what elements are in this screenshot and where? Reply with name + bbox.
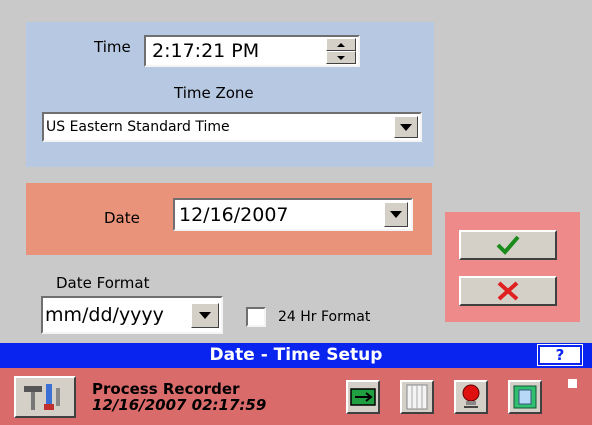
alarm-icon	[462, 384, 480, 408]
x-icon	[497, 281, 519, 301]
status-datetime: 12/16/2007 02:17:59	[92, 396, 267, 414]
time-up-button[interactable]	[326, 38, 356, 51]
tools-icon	[24, 384, 60, 410]
date-panel: Date 12/16/2007	[26, 183, 432, 255]
arrow-up-icon	[337, 42, 345, 47]
date-value: 12/16/2007	[179, 204, 289, 226]
check-icon	[496, 235, 520, 255]
time-value: 2:17:21 PM	[152, 40, 260, 62]
status-indicator	[568, 379, 577, 388]
title-bar: Date - Time Setup ?	[0, 343, 592, 368]
process-button[interactable]	[346, 380, 380, 414]
process-icon	[350, 388, 376, 406]
save-icon	[513, 385, 537, 409]
date-format-value: mm/dd/yyyy	[45, 304, 164, 326]
time-zone-label: Time Zone	[174, 84, 254, 102]
date-select[interactable]: 12/16/2007	[173, 198, 413, 231]
date-format-label: Date Format	[56, 274, 150, 292]
time-zone-dropdown-button[interactable]	[394, 116, 418, 138]
arrow-down-icon	[337, 55, 345, 60]
hr24-label: 24 Hr Format	[278, 309, 371, 325]
help-button[interactable]: ?	[537, 344, 583, 366]
date-label: Date	[104, 209, 140, 227]
ok-button[interactable]	[459, 230, 557, 260]
chevron-down-icon	[400, 123, 412, 131]
status-bar: Process Recorder 12/16/2007 02:17:59	[0, 368, 592, 425]
hr24-checkbox[interactable]	[246, 307, 266, 327]
chevron-down-icon	[390, 211, 402, 218]
dialog-title: Date - Time Setup	[209, 345, 383, 365]
date-format-dropdown-button[interactable]	[191, 303, 219, 328]
time-input[interactable]: 2:17:21 PM	[144, 35, 360, 67]
grid-icon	[406, 384, 428, 410]
time-zone-select[interactable]: US Eastern Standard Time	[42, 112, 422, 142]
time-label: Time	[94, 38, 131, 56]
time-zone-value: US Eastern Standard Time	[46, 119, 230, 135]
data-view-button[interactable]	[400, 380, 434, 414]
action-panel	[445, 212, 580, 322]
cancel-button[interactable]	[459, 276, 557, 306]
date-format-select[interactable]: mm/dd/yyyy	[41, 296, 223, 334]
time-panel: Time 2:17:21 PM Time Zone US Eastern Sta…	[26, 22, 434, 167]
settings-tools-button[interactable]	[14, 376, 76, 418]
chevron-down-icon	[199, 312, 211, 319]
time-down-button[interactable]	[326, 51, 356, 64]
save-button[interactable]	[508, 380, 542, 414]
date-dropdown-button[interactable]	[384, 202, 408, 227]
alarm-button[interactable]	[454, 380, 488, 414]
